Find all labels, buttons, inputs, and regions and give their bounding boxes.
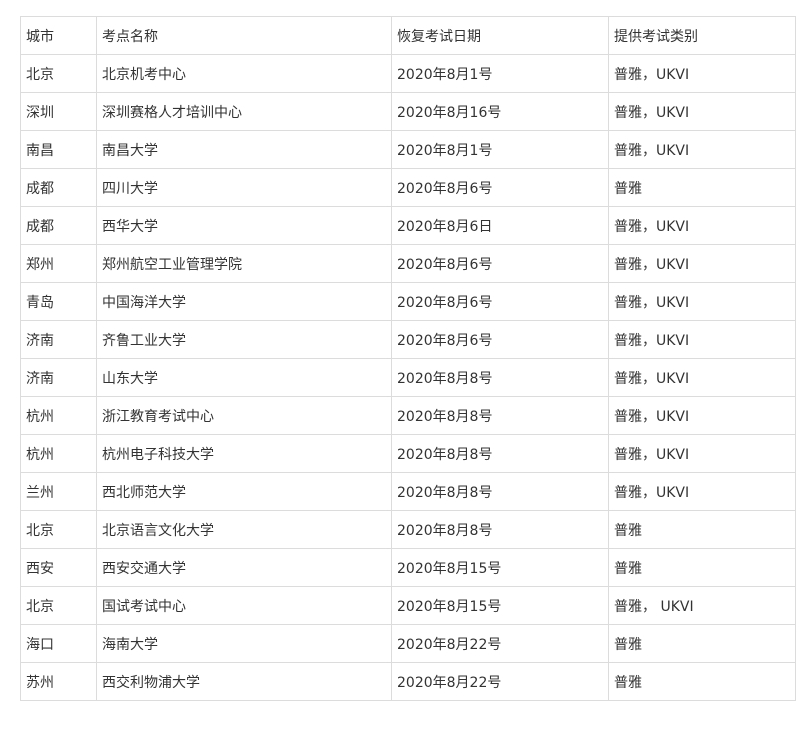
cell-center-name: 浙江教育考试中心 (96, 396, 392, 435)
header-center-name: 考点名称 (96, 16, 392, 55)
table-header: 城市 考点名称 恢复考试日期 提供考试类别 (20, 16, 796, 55)
cell-city: 杭州 (20, 396, 97, 435)
table-row: 杭州 浙江教育考试中心 2020年8月8号 普雅，UKVI (20, 396, 796, 435)
cell-city: 海口 (20, 624, 97, 663)
cell-resume-date: 2020年8月22号 (391, 662, 609, 701)
cell-center-name: 杭州电子科技大学 (96, 434, 392, 473)
cell-center-name: 中国海洋大学 (96, 282, 392, 321)
cell-exam-types: 普雅，UKVI (608, 320, 796, 359)
cell-resume-date: 2020年8月6号 (391, 168, 609, 207)
cell-resume-date: 2020年8月8号 (391, 434, 609, 473)
cell-center-name: 西交利物浦大学 (96, 662, 392, 701)
cell-center-name: 西华大学 (96, 206, 392, 245)
cell-city: 成都 (20, 168, 97, 207)
cell-resume-date: 2020年8月15号 (391, 548, 609, 587)
cell-city: 南昌 (20, 130, 97, 169)
cell-exam-types: 普雅， UKVI (608, 586, 796, 625)
header-city: 城市 (20, 16, 97, 55)
cell-exam-types: 普雅，UKVI (608, 358, 796, 397)
cell-center-name: 四川大学 (96, 168, 392, 207)
cell-center-name: 深圳赛格人才培训中心 (96, 92, 392, 131)
cell-resume-date: 2020年8月22号 (391, 624, 609, 663)
table-row: 郑州 郑州航空工业管理学院 2020年8月6号 普雅，UKVI (20, 244, 796, 283)
table-row: 北京 国试考试中心 2020年8月15号 普雅， UKVI (20, 586, 796, 625)
cell-exam-types: 普雅，UKVI (608, 282, 796, 321)
cell-center-name: 国试考试中心 (96, 586, 392, 625)
table-row: 兰州 西北师范大学 2020年8月8号 普雅，UKVI (20, 472, 796, 511)
cell-city: 北京 (20, 54, 97, 93)
cell-resume-date: 2020年8月8号 (391, 510, 609, 549)
cell-center-name: 南昌大学 (96, 130, 392, 169)
table-row: 南昌 南昌大学 2020年8月1号 普雅，UKVI (20, 130, 796, 169)
cell-resume-date: 2020年8月8号 (391, 472, 609, 511)
table-row: 深圳 深圳赛格人才培训中心 2020年8月16号 普雅，UKVI (20, 92, 796, 131)
cell-city: 深圳 (20, 92, 97, 131)
table-row: 西安 西安交通大学 2020年8月15号 普雅 (20, 548, 796, 587)
cell-city: 杭州 (20, 434, 97, 473)
table-row: 北京 北京语言文化大学 2020年8月8号 普雅 (20, 510, 796, 549)
cell-exam-types: 普雅，UKVI (608, 244, 796, 283)
cell-city: 苏州 (20, 662, 97, 701)
cell-exam-types: 普雅 (608, 624, 796, 663)
cell-resume-date: 2020年8月1号 (391, 54, 609, 93)
header-row: 城市 考点名称 恢复考试日期 提供考试类别 (20, 16, 796, 55)
cell-exam-types: 普雅，UKVI (608, 206, 796, 245)
cell-center-name: 海南大学 (96, 624, 392, 663)
table-row: 北京 北京机考中心 2020年8月1号 普雅，UKVI (20, 54, 796, 93)
cell-exam-types: 普雅 (608, 548, 796, 587)
exam-center-table: 城市 考点名称 恢复考试日期 提供考试类别 北京 北京机考中心 2020年8月1号普… (20, 16, 796, 701)
cell-exam-types: 普雅，UKVI (608, 472, 796, 511)
table-row: 济南 齐鲁工业大学 2020年8月6号 普雅，UKVI (20, 320, 796, 359)
cell-center-name: 山东大学 (96, 358, 392, 397)
cell-center-name: 西安交通大学 (96, 548, 392, 587)
cell-resume-date: 2020年8月15号 (391, 586, 609, 625)
cell-exam-types: 普雅，UKVI (608, 396, 796, 435)
table-body: 北京 北京机考中心 2020年8月1号 普雅，UKVI 深圳 深圳赛格人才培训中心 2020… (20, 54, 796, 701)
cell-resume-date: 2020年8月6号 (391, 320, 609, 359)
cell-city: 济南 (20, 358, 97, 397)
table-row: 成都 四川大学 2020年8月6号 普雅 (20, 168, 796, 207)
cell-center-name: 北京语言文化大学 (96, 510, 392, 549)
cell-exam-types: 普雅，UKVI (608, 92, 796, 131)
cell-resume-date: 2020年8月6号 (391, 244, 609, 283)
cell-city: 成都 (20, 206, 97, 245)
table-row: 青岛 中国海洋大学 2020年8月6号 普雅，UKVI (20, 282, 796, 321)
cell-resume-date: 2020年8月6号 (391, 282, 609, 321)
cell-resume-date: 2020年8月8号 (391, 358, 609, 397)
cell-resume-date: 2020年8月1号 (391, 130, 609, 169)
cell-city: 西安 (20, 548, 97, 587)
cell-center-name: 齐鲁工业大学 (96, 320, 392, 359)
header-resume-date: 恢复考试日期 (391, 16, 609, 55)
cell-exam-types: 普雅 (608, 168, 796, 207)
cell-exam-types: 普雅 (608, 662, 796, 701)
table-row: 苏州 西交利物浦大学 2020年8月22号 普雅 (20, 662, 796, 701)
cell-resume-date: 2020年8月6日 (391, 206, 609, 245)
cell-city: 北京 (20, 510, 97, 549)
cell-center-name: 郑州航空工业管理学院 (96, 244, 392, 283)
cell-city: 北京 (20, 586, 97, 625)
table-row: 杭州 杭州电子科技大学 2020年8月8号 普雅，UKVI (20, 434, 796, 473)
exam-center-table-container: 城市 考点名称 恢复考试日期 提供考试类别 北京 北京机考中心 2020年8月1号普… (20, 16, 796, 701)
table-row: 成都 西华大学 2020年8月6日 普雅，UKVI (20, 206, 796, 245)
table-row: 济南 山东大学 2020年8月8号 普雅，UKVI (20, 358, 796, 397)
cell-city: 兰州 (20, 472, 97, 511)
cell-exam-types: 普雅 (608, 510, 796, 549)
cell-exam-types: 普雅，UKVI (608, 54, 796, 93)
cell-center-name: 西北师范大学 (96, 472, 392, 511)
cell-city: 郑州 (20, 244, 97, 283)
cell-city: 青岛 (20, 282, 97, 321)
header-exam-types: 提供考试类别 (608, 16, 796, 55)
cell-resume-date: 2020年8月16号 (391, 92, 609, 131)
cell-resume-date: 2020年8月8号 (391, 396, 609, 435)
cell-center-name: 北京机考中心 (96, 54, 392, 93)
cell-city: 济南 (20, 320, 97, 359)
cell-exam-types: 普雅，UKVI (608, 130, 796, 169)
table-row: 海口 海南大学 2020年8月22号 普雅 (20, 624, 796, 663)
cell-exam-types: 普雅，UKVI (608, 434, 796, 473)
